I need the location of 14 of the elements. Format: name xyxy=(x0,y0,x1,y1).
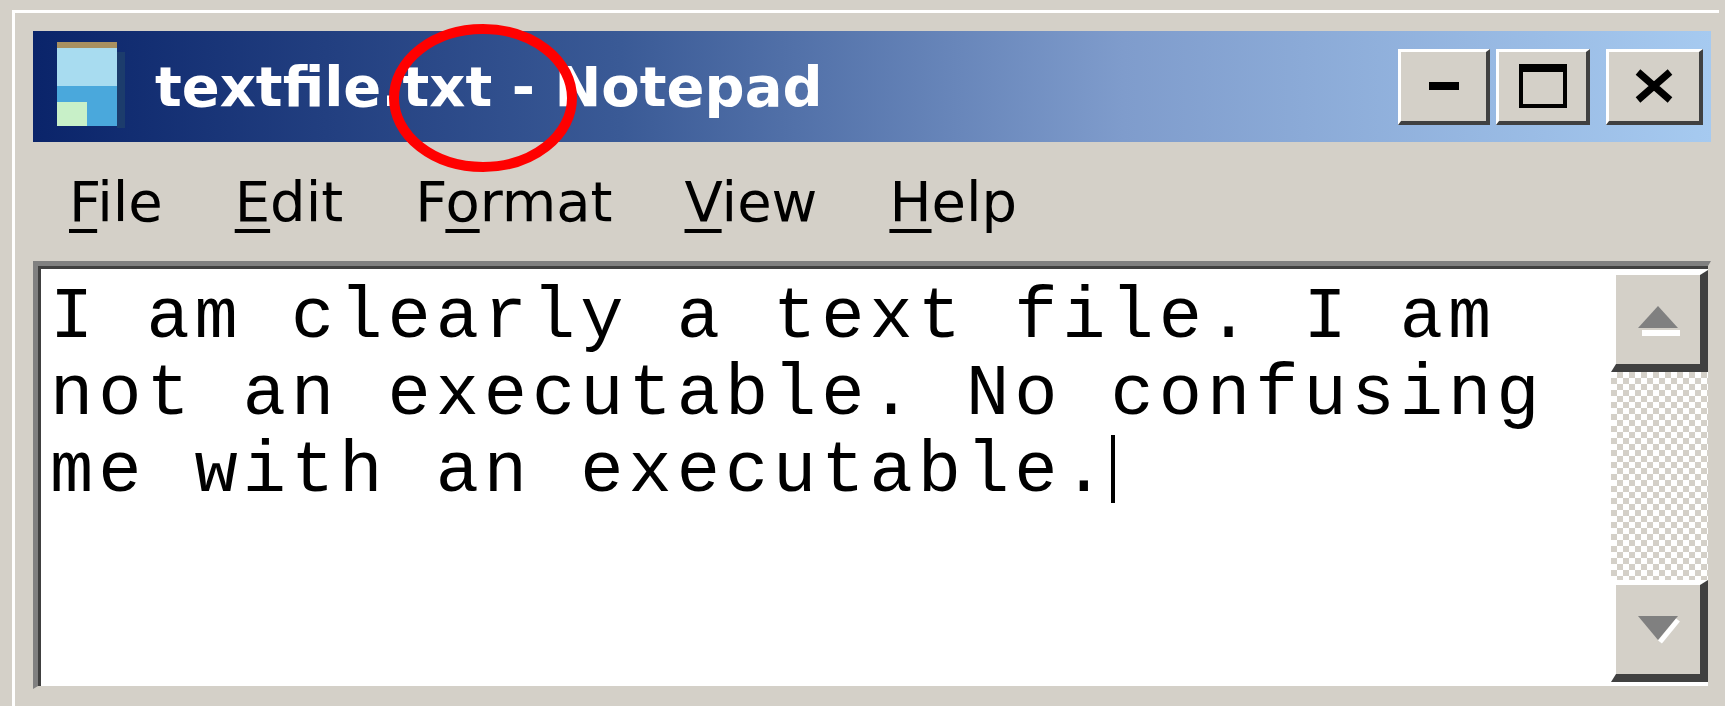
menu-item[interactable]: Format xyxy=(415,169,613,234)
scroll-down-button[interactable] xyxy=(1611,580,1708,682)
minimize-button[interactable] xyxy=(1398,48,1490,125)
down-arrow-icon xyxy=(1636,613,1680,646)
maximize-icon xyxy=(1518,64,1567,108)
scroll-up-button[interactable] xyxy=(1611,270,1708,372)
maximize-button[interactable] xyxy=(1496,48,1590,125)
close-button[interactable] xyxy=(1606,48,1703,125)
menu-item[interactable]: Help xyxy=(889,169,1018,234)
menu-item[interactable]: Edit xyxy=(234,169,344,234)
menu-item[interactable]: View xyxy=(684,169,818,234)
close-icon xyxy=(1634,68,1674,104)
menu-item[interactable]: File xyxy=(69,169,163,234)
minimize-icon xyxy=(1428,82,1459,90)
